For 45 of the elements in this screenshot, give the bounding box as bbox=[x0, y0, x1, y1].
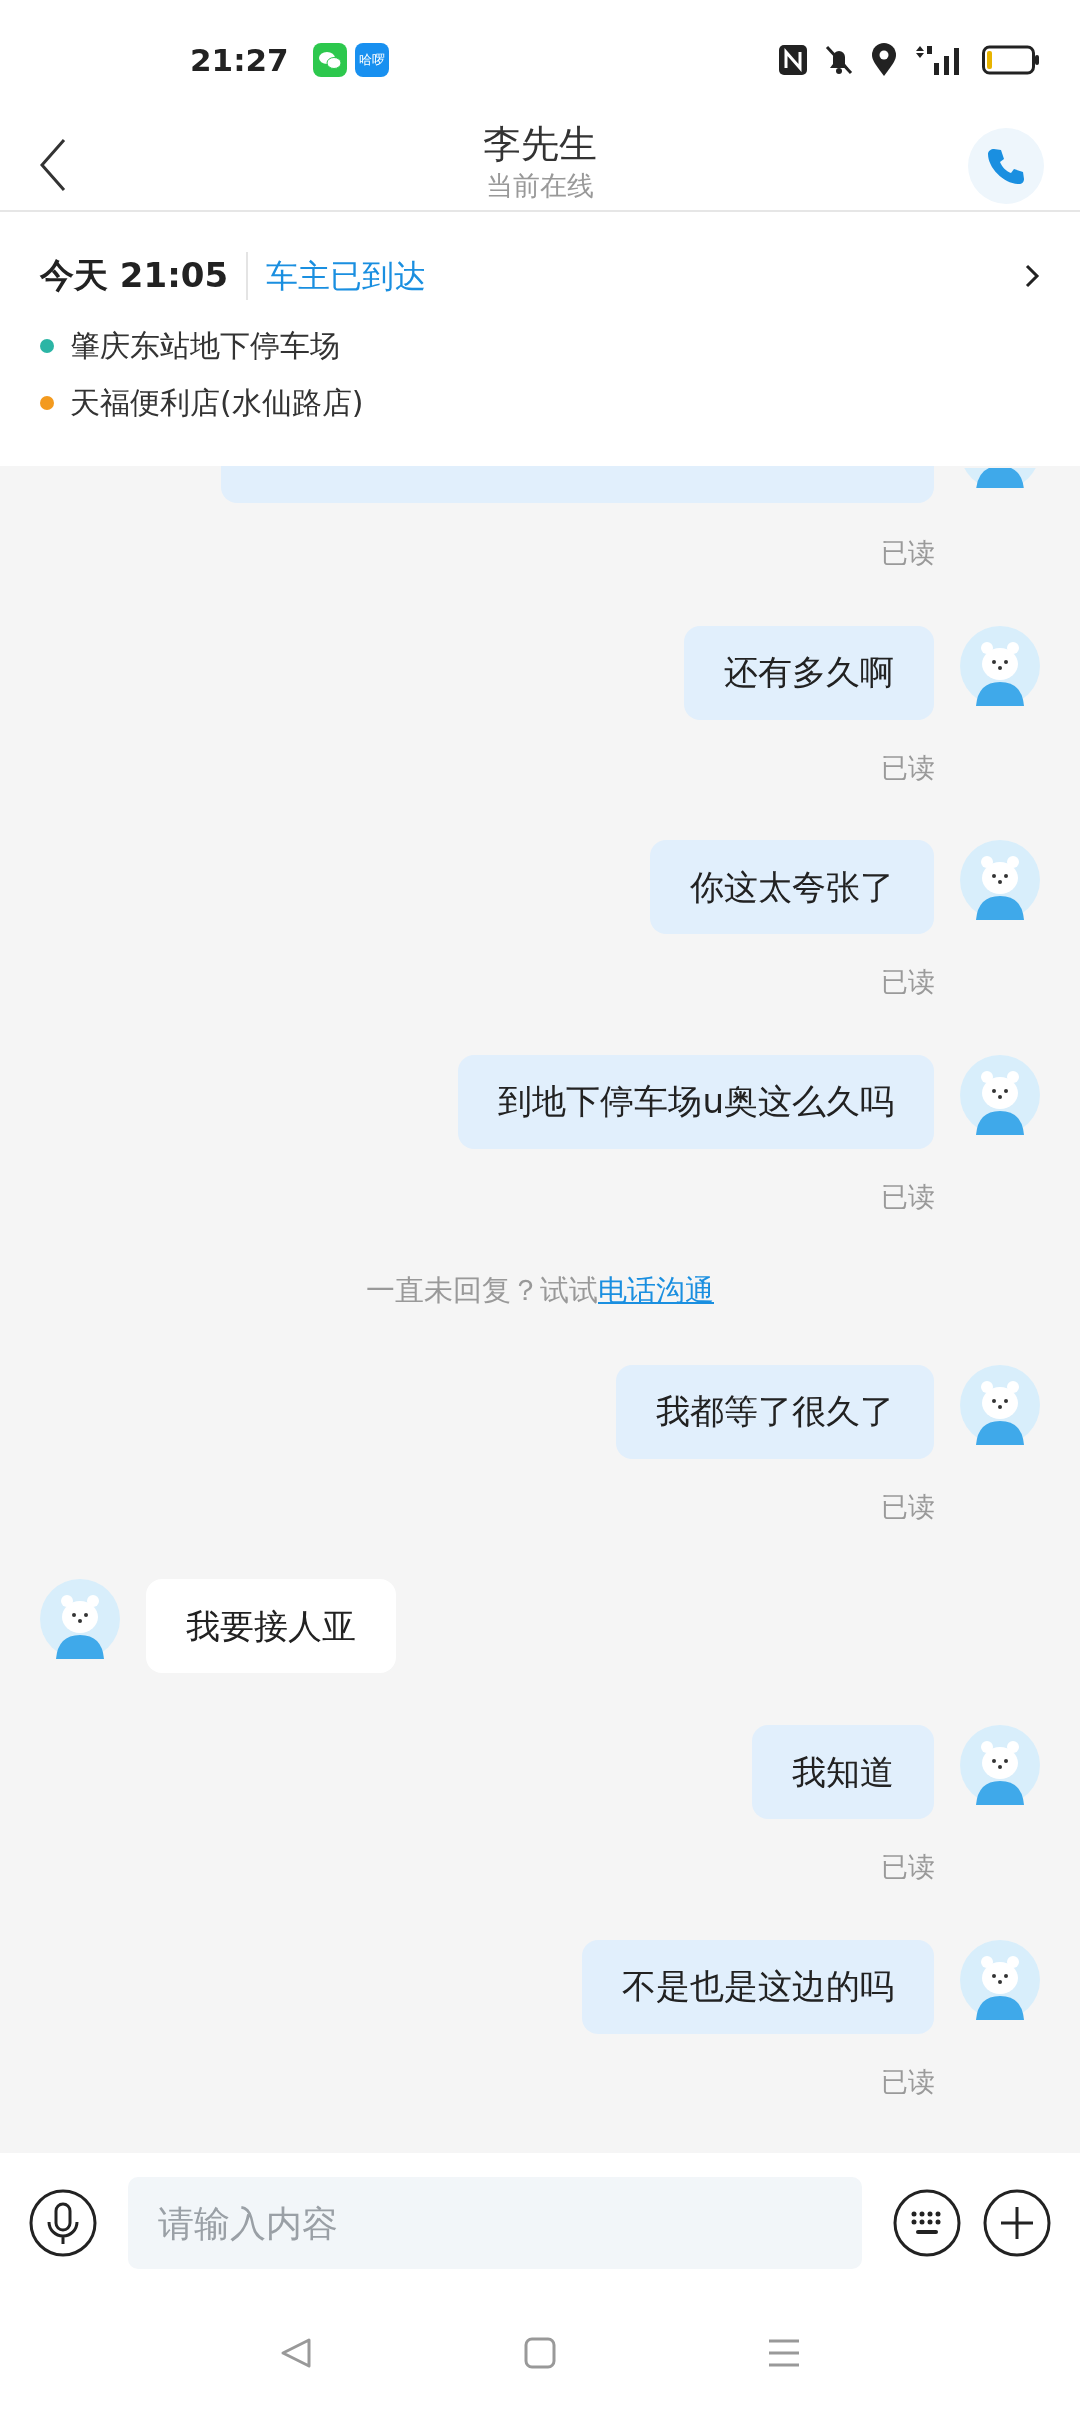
phone-call-link[interactable]: 电话沟通 bbox=[598, 1273, 714, 1307]
trip-time: 今天 21:05 bbox=[40, 254, 229, 297]
read-receipt: 已读 bbox=[880, 965, 935, 999]
bear-avatar-icon bbox=[960, 840, 1040, 920]
bear-avatar-icon bbox=[960, 1054, 1040, 1135]
contact-name: 李先生 bbox=[483, 123, 597, 166]
read-receipt: 已读 bbox=[880, 2064, 935, 2099]
stop-name: 肇庆东站地下停车场 bbox=[70, 327, 340, 365]
chat-app-icon bbox=[312, 43, 347, 77]
online-status: 当前在线 bbox=[485, 168, 595, 203]
location-icon bbox=[870, 43, 898, 77]
message-input[interactable]: 请输入内容 bbox=[128, 2177, 862, 2269]
chevron-right-icon[interactable] bbox=[1024, 262, 1040, 289]
message-bubble: 不是也是这边的吗 bbox=[582, 1939, 934, 2034]
nfc-icon bbox=[778, 44, 808, 76]
microphone-icon[interactable] bbox=[28, 2188, 98, 2258]
bear-avatar-icon bbox=[960, 1939, 1040, 2020]
read-receipt: 已读 bbox=[880, 1850, 935, 1884]
message-bubble: 到地下停车场u奥这么久吗 bbox=[458, 1054, 934, 1149]
message-bubble: 还有多久啊 bbox=[684, 625, 934, 720]
bear-avatar-icon bbox=[960, 1725, 1040, 1805]
muted-bell-icon bbox=[824, 44, 854, 76]
message-bubble: 我知道 bbox=[752, 1725, 934, 1819]
message-bubble: 我都等了很久了 bbox=[616, 1364, 934, 1459]
read-receipt: 已读 bbox=[880, 536, 935, 570]
home-nav-icon[interactable] bbox=[523, 2336, 557, 2370]
bear-avatar-icon bbox=[960, 1364, 1040, 1445]
trip-status: 车主已到达 bbox=[246, 251, 427, 300]
back-nav-icon[interactable] bbox=[279, 2336, 313, 2370]
phone-icon bbox=[986, 146, 1026, 186]
bear-avatar-icon bbox=[40, 1579, 120, 1659]
read-receipt: 已读 bbox=[880, 1179, 935, 1214]
bear-avatar-icon bbox=[960, 625, 1040, 706]
plus-icon[interactable] bbox=[982, 2188, 1052, 2258]
read-receipt: 已读 bbox=[880, 750, 935, 785]
keyboard-icon[interactable] bbox=[892, 2188, 962, 2258]
message-bubble: 我要接人亚 bbox=[146, 1579, 396, 1673]
stop-name: 天福便利店(水仙路店) bbox=[70, 384, 364, 422]
message-bubble: 你这太夸张了 bbox=[650, 840, 934, 934]
read-receipt: 已读 bbox=[880, 1489, 935, 1524]
app-notification-icon: 哈啰 bbox=[354, 43, 389, 77]
clock-time: 21:27 bbox=[190, 40, 289, 80]
system-notice: 一直未回复？试试电话沟通 bbox=[365, 1272, 715, 1309]
battery-icon bbox=[982, 45, 1040, 75]
back-icon[interactable] bbox=[38, 138, 68, 192]
